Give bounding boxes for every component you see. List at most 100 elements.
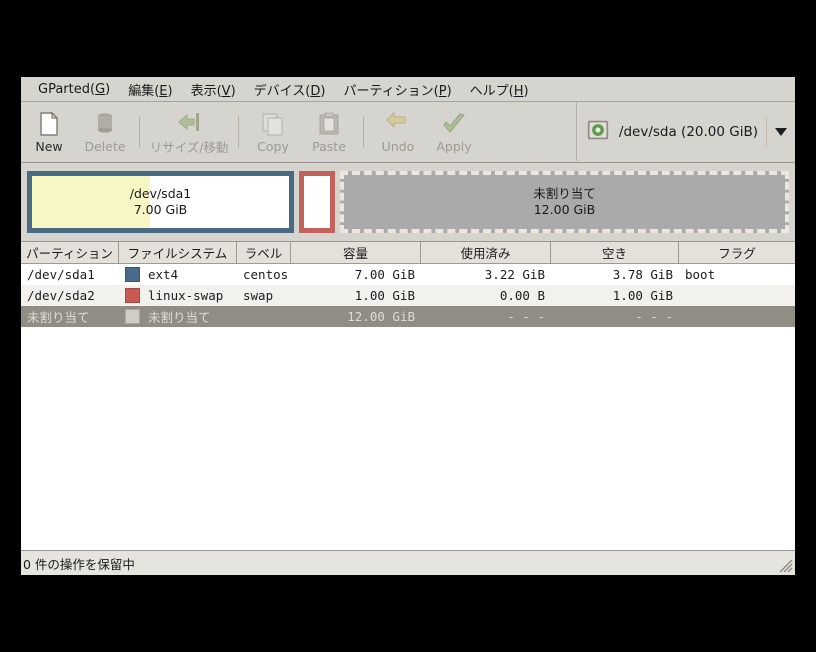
apply-label: Apply [436,138,472,154]
column-header-flags[interactable]: フラグ [679,242,795,264]
cell-flags: boot [685,267,716,282]
menu-label-tail: ) [105,81,111,97]
paste-clipboard-icon [316,111,342,137]
menu-item-view[interactable]: 表示(V) [182,78,245,101]
statusbar-text: 0 件の操作を保留中 [23,556,135,572]
cell-used: - - - [507,309,545,324]
device-selector[interactable]: /dev/sda (20.00 GiB) [575,102,795,161]
menu-mnemonic: H [513,83,524,99]
chevron-down-icon[interactable] [775,127,787,136]
resize-move-icon [176,109,202,135]
menu-mnemonic: V [221,83,231,99]
menu-mnemonic: E [159,83,168,99]
menu-label-tail: ) [320,83,326,99]
column-header-size[interactable]: 容量 [291,242,421,264]
copy-button[interactable]: Copy [245,105,301,159]
menu-label-tail: ) [230,83,236,99]
menu-item-partition[interactable]: パーティション(P) [334,78,460,101]
cell-filesystem: ext4 [119,267,237,282]
cell-size: 12.00 GiB [347,309,415,324]
apply-checkmark-icon [441,111,467,137]
toolbar: New Delete リサイズ/移動 Copy Paste Undo Apply… [21,102,795,163]
new-document-icon [36,111,62,137]
menu-label-tail: ) [446,83,452,99]
cell-unused: - - - [635,309,673,324]
column-header-partition[interactable]: パーティション [21,242,119,264]
disk-graphic-partition-sda1-name: /dev/sda1 [129,186,192,201]
partition-table: パーティション ファイルシステム ラベル 容量 使用済み 空き フラグ /dev… [21,241,795,550]
new-partition-button[interactable]: New [21,105,77,159]
cell-filesystem: linux-swap [119,288,237,303]
filesystem-color-swatch [125,267,140,282]
disk-graphic-view: /dev/sda1 7.00 GiB 未割り当て 12.00 GiB [21,163,795,241]
statusbar: 0 件の操作を保留中 [21,550,795,575]
menu-label-text: デバイス( [253,83,311,99]
cell-unused: 1.00 GiB [612,288,673,303]
cell-filesystem-label: 未割り当て [148,310,211,325]
menu-label-tail: ) [167,83,173,99]
delete-partition-button[interactable]: Delete [77,105,133,159]
menu-label-text: 編集( [128,83,160,99]
cell-filesystem: 未割り当て [119,307,237,326]
cell-filesystem-label: linux-swap [148,288,224,303]
table-row[interactable]: 未割り当て 未割り当て 12.00 GiB - - - - - - [21,306,795,327]
paste-label: Paste [312,138,346,154]
cell-label: swap [243,288,274,303]
resize-move-label: リサイズ/移動 [149,139,229,155]
cell-partition: /dev/sda1 [27,267,95,282]
menu-mnemonic: P [438,83,447,99]
menu-label-text: パーティション( [343,83,439,99]
toolbar-separator [238,116,239,148]
disk-graphic-unallocated-size: 12.00 GiB [533,202,596,217]
column-header-label[interactable]: ラベル [237,242,291,264]
cell-filesystem-label: ext4 [148,267,179,282]
menu-label-text: 表示( [190,83,222,99]
table-row[interactable]: /dev/sda2 linux-swap swap 1.00 GiB 0.00 … [21,285,795,306]
cell-unused: 3.78 GiB [612,267,673,282]
menu-label-text: ヘルプ( [469,83,514,99]
cell-used: 3.22 GiB [484,267,545,282]
device-selector-divider [766,116,767,147]
filesystem-color-swatch [125,288,140,303]
disk-graphic-unallocated[interactable]: 未割り当て 12.00 GiB [340,171,789,233]
copy-icon [260,111,286,137]
gparted-window: GParted(G) 編集(E) 表示(V) デバイス(D) パーティション(P… [20,76,796,576]
resize-move-button[interactable]: リサイズ/移動 [146,105,232,159]
cell-size: 7.00 GiB [354,267,415,282]
menu-item-gparted[interactable]: GParted(G) [29,80,119,99]
disk-graphic-partition-sda2[interactable] [299,171,335,233]
menubar: GParted(G) 編集(E) 表示(V) デバイス(D) パーティション(P… [21,77,795,102]
new-partition-label: New [35,138,63,154]
menu-mnemonic: D [310,83,321,99]
table-row[interactable]: /dev/sda1 ext4 centos 7.00 GiB 3.22 GiB … [21,264,795,285]
undo-arrow-icon [385,111,411,137]
cell-label: centos [243,267,289,282]
menu-item-device[interactable]: デバイス(D) [245,78,335,101]
disk-graphic-partition-sda1-size: 7.00 GiB [133,202,188,217]
trash-can-icon [92,111,118,137]
column-header-used[interactable]: 使用済み [421,242,551,264]
menu-mnemonic: G [95,81,106,97]
disk-graphic-unallocated-text: 未割り当て 12.00 GiB [533,186,596,218]
undo-label: Undo [381,138,415,154]
apply-button[interactable]: Apply [426,105,482,159]
cell-used: 0.00 B [499,288,545,303]
undo-button[interactable]: Undo [370,105,426,159]
column-header-filesystem[interactable]: ファイルシステム [119,242,237,264]
menu-item-help[interactable]: ヘルプ(H) [461,78,538,101]
column-header-unused[interactable]: 空き [551,242,679,264]
copy-label: Copy [257,138,289,154]
toolbar-separator [363,116,364,148]
cell-partition: 未割り当て [27,310,90,325]
disk-graphic-partition-sda1[interactable]: /dev/sda1 7.00 GiB [27,171,294,233]
paste-button[interactable]: Paste [301,105,357,159]
device-selector-value: /dev/sda (20.00 GiB) [618,123,758,140]
partition-table-header: パーティション ファイルシステム ラベル 容量 使用済み 空き フラグ [21,242,795,264]
menu-label-text: GParted( [38,81,96,97]
cell-size: 1.00 GiB [354,288,415,303]
resize-grip-icon[interactable] [777,557,793,573]
hard-disk-icon [587,119,613,145]
partition-table-body: /dev/sda1 ext4 centos 7.00 GiB 3.22 GiB … [21,264,795,550]
filesystem-color-swatch [125,309,140,324]
menu-item-edit[interactable]: 編集(E) [119,78,181,101]
